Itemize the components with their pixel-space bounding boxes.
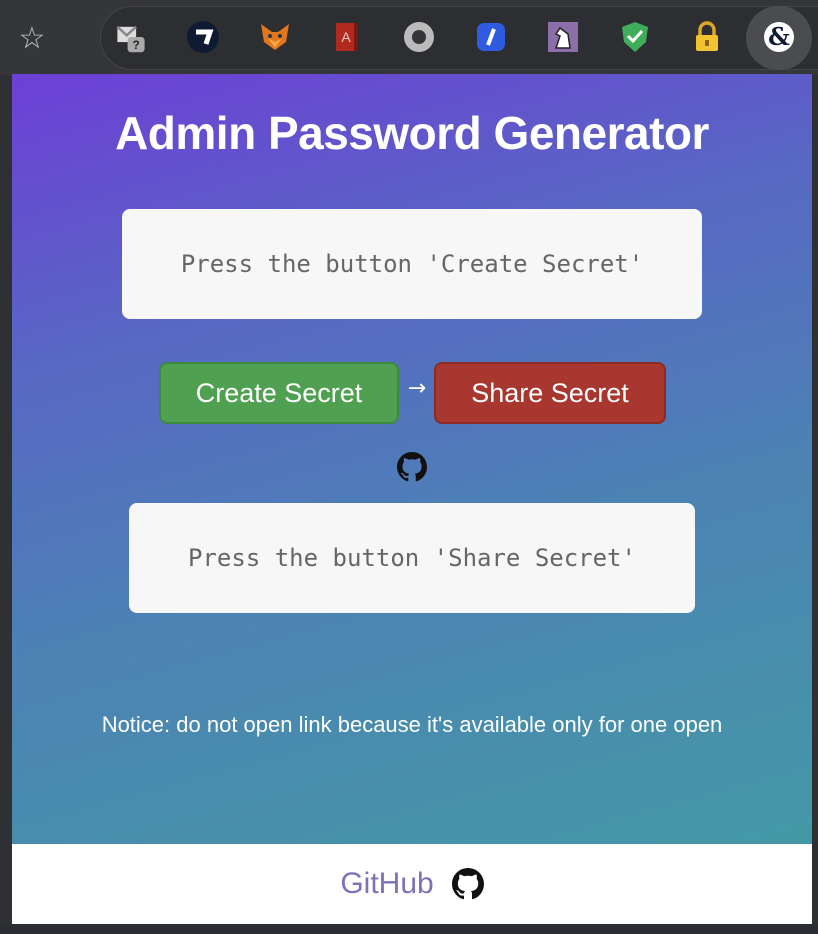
- ampersand-extension-icon[interactable]: &: [762, 20, 796, 54]
- gmail-help-icon[interactable]: ?: [114, 20, 148, 54]
- popup-footer: GitHub: [12, 844, 812, 924]
- page-title: Admin Password Generator: [115, 107, 709, 159]
- blue-slash-icon[interactable]: [474, 20, 508, 54]
- share-link-text: Press the button 'Share Secret': [188, 544, 636, 572]
- share-link-box[interactable]: Press the button 'Share Secret': [129, 503, 695, 613]
- secret-output-text: Press the button 'Create Secret': [180, 250, 644, 278]
- extension-popup: Admin Password Generator Press the butto…: [12, 74, 812, 844]
- github-icon[interactable]: [397, 452, 427, 482]
- svg-text:?: ?: [132, 38, 139, 52]
- github-footer-icon[interactable]: [451, 868, 484, 900]
- background-page-left: [0, 75, 12, 924]
- create-secret-button[interactable]: Create Secret: [159, 362, 399, 424]
- browser-toolbar: ☆ ? A &: [0, 0, 818, 75]
- dark-circle-arrow-icon[interactable]: [186, 20, 220, 54]
- notice-text: Notice: do not open link because it's av…: [101, 712, 723, 737]
- svg-text:&: &: [768, 22, 790, 51]
- acrobat-book-icon[interactable]: A: [330, 20, 364, 54]
- background-page-bottom: [0, 924, 818, 934]
- lock-icon[interactable]: [690, 20, 724, 54]
- secret-output-box[interactable]: Press the button 'Create Secret': [122, 209, 702, 319]
- share-secret-button[interactable]: Share Secret: [434, 362, 666, 424]
- green-shield-check-icon[interactable]: [618, 20, 652, 54]
- svg-text:A: A: [341, 29, 351, 45]
- ring-icon[interactable]: [402, 20, 436, 54]
- metamask-fox-icon[interactable]: [258, 20, 292, 54]
- arrow-right-icon: →: [407, 376, 427, 401]
- github-link[interactable]: GitHub: [340, 867, 433, 901]
- background-page-right: [812, 75, 818, 924]
- chess-knight-icon[interactable]: [546, 20, 580, 54]
- bookmark-star-icon[interactable]: ☆: [12, 18, 52, 58]
